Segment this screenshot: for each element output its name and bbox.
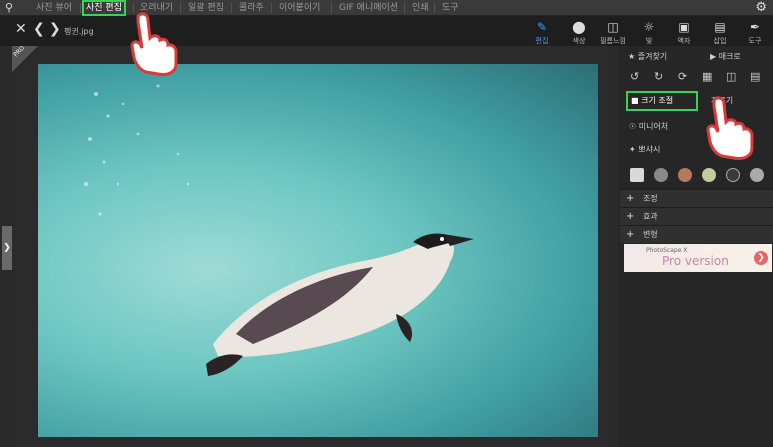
- tab-photo-viewer[interactable]: 사진 뷰어: [34, 0, 74, 16]
- macro-row[interactable]: ▶ 매크로: [710, 50, 773, 64]
- pointing-hand-icon: [130, 12, 182, 76]
- plus-icon: +: [626, 229, 635, 240]
- section-adjust[interactable]: + 조정: [620, 189, 773, 207]
- star-icon: ★: [628, 52, 636, 61]
- rotate-right-icon[interactable]: ↻: [654, 70, 663, 83]
- edit-icon: ✎: [536, 20, 548, 34]
- flip-vertical-icon[interactable]: ▤: [750, 70, 760, 83]
- tab-divider: [80, 3, 81, 13]
- light-icon: ☼: [643, 20, 655, 34]
- tool-light-button[interactable]: ☼ 빛: [635, 20, 663, 46]
- frame-icon: ▣: [678, 20, 690, 34]
- color-circle-icon: ⬤: [572, 20, 586, 34]
- search-circle-icon[interactable]: ⚲: [2, 1, 16, 15]
- resize-button[interactable]: ■ 크기 조절: [626, 91, 698, 111]
- arrow-right-icon[interactable]: ❯: [754, 251, 768, 265]
- tab-divider: [271, 3, 272, 13]
- tab-divider: [404, 3, 405, 13]
- tool-label: 도구: [748, 37, 762, 45]
- film-icon: ◫: [607, 20, 619, 34]
- section-label: 변형: [642, 230, 658, 239]
- miniature-icon: ☉: [629, 122, 637, 131]
- filter-swatch[interactable]: [726, 168, 740, 182]
- tool-color-button[interactable]: ⬤ 색상: [565, 20, 593, 46]
- tool-label: 삽입: [713, 37, 727, 45]
- tool-label: 빛: [645, 37, 653, 45]
- filter-swatch[interactable]: [678, 168, 692, 182]
- promo-title: Pro version: [662, 254, 729, 268]
- tab-tools[interactable]: 도구: [440, 0, 461, 16]
- miniature-button[interactable]: ☉ 미니어처: [626, 117, 668, 137]
- plus-icon: +: [626, 211, 635, 222]
- tab-print[interactable]: 인쇄: [410, 0, 431, 16]
- section-label: 효과: [642, 212, 658, 221]
- tool-label: 액자: [677, 37, 691, 45]
- section-transform[interactable]: + 변형: [620, 225, 773, 243]
- next-icon[interactable]: ❯: [49, 22, 61, 36]
- tool-frame-button[interactable]: ▣ 액자: [670, 20, 698, 46]
- sparkle-icon: ✦: [629, 145, 636, 154]
- gear-icon[interactable]: ⚙: [755, 0, 767, 16]
- brush-icon: ✒: [749, 20, 761, 34]
- resize-icon: ■: [631, 96, 639, 105]
- tool-film-button[interactable]: ◫ 필름느낌: [599, 20, 627, 46]
- play-icon: ▶: [710, 52, 717, 61]
- menu-bar: ⚲ 사진 뷰어 사진 편집 오려내기 일괄 편집 콜라주 이어붙이기 GIF 애…: [0, 0, 773, 16]
- straighten-icon[interactable]: ▦: [702, 70, 712, 83]
- tab-batch-edit[interactable]: 일괄 편집: [186, 0, 226, 16]
- rotate-flip-icons: ↺ ↻ ⟳ ▦ ◫ ▤: [630, 70, 773, 84]
- file-name: 펭귄.jpg: [64, 27, 94, 36]
- tool-edit-button[interactable]: ✎ 편집: [528, 20, 556, 46]
- pro-version-banner[interactable]: PhotoScape X Pro version ❯: [624, 244, 772, 272]
- resize-label: 크기 조절: [641, 96, 674, 105]
- flip-horizontal-icon[interactable]: ◫: [726, 70, 736, 83]
- section-effects[interactable]: + 효과: [620, 207, 773, 225]
- penguin-photo: [84, 84, 474, 376]
- tab-collage[interactable]: 콜라주: [237, 0, 266, 16]
- rotate-free-icon[interactable]: ⟳: [678, 70, 687, 83]
- section-label: 조정: [642, 194, 658, 203]
- macro-label: 매크로: [718, 52, 741, 61]
- tool-label: 색상: [572, 37, 586, 45]
- tab-photo-edit[interactable]: 사진 편집: [82, 0, 126, 16]
- tab-gif-animation[interactable]: GIF 애니메이션: [337, 0, 400, 16]
- pointing-hand-icon: [706, 96, 758, 160]
- tab-divider: [331, 3, 332, 13]
- photo-canvas[interactable]: [38, 64, 598, 437]
- list-icon[interactable]: [630, 168, 644, 182]
- tool-label: 편집: [535, 37, 549, 45]
- promo-line: PhotoScape X: [646, 247, 688, 254]
- miniature-label: 미니어처: [638, 122, 669, 131]
- plus-icon: +: [626, 193, 635, 204]
- soft-focus-label: 뽀샤시: [638, 145, 661, 154]
- rotate-left-icon[interactable]: ↺: [630, 70, 639, 83]
- tab-combine[interactable]: 이어붙이기: [277, 0, 322, 16]
- tab-divider: [231, 3, 232, 13]
- tool-tools-button[interactable]: ✒ 도구: [741, 20, 769, 46]
- tool-label: 필름느낌: [600, 37, 626, 45]
- filter-swatch[interactable]: [654, 168, 668, 182]
- favorites-label: 즐겨찾기: [637, 52, 668, 61]
- tab-divider: [434, 3, 435, 13]
- insert-icon: ▤: [714, 20, 726, 34]
- filter-swatch[interactable]: [702, 168, 716, 182]
- previous-icon[interactable]: ❮: [33, 22, 45, 36]
- expand-left-panel-handle[interactable]: ❯: [2, 226, 12, 270]
- soft-focus-button[interactable]: ✦ 뽀샤시: [626, 140, 660, 160]
- tool-insert-button[interactable]: ▤ 삽입: [706, 20, 734, 46]
- close-icon[interactable]: ✕: [15, 22, 27, 36]
- drop-icon[interactable]: [750, 168, 764, 182]
